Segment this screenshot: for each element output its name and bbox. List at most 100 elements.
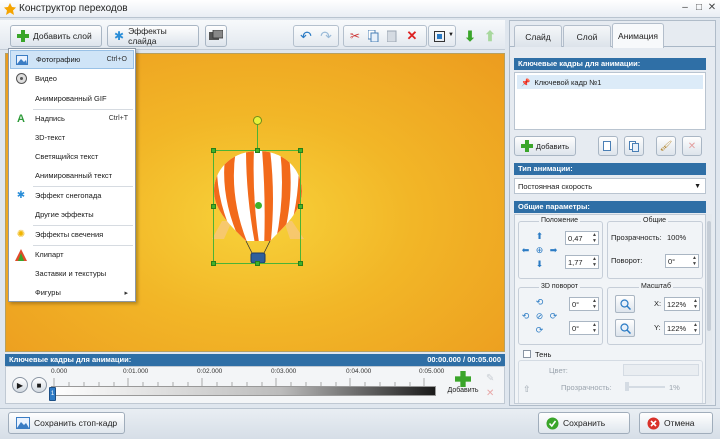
save-label: Сохранить [563, 418, 606, 428]
rotate3d-x-input[interactable]: 0° ▲ ▼ [569, 297, 599, 311]
tab-layer[interactable]: Слой [563, 25, 611, 47]
copy-keyframe-button[interactable] [598, 136, 618, 156]
rotate-right-icon[interactable]: ⟳ [548, 311, 559, 322]
cancel-button[interactable]: Отмена [639, 412, 713, 434]
menu-item-other-effects[interactable]: Другие эффекты [10, 205, 134, 224]
stop-button[interactable]: ■ [31, 377, 47, 393]
slide-effects-button[interactable]: ✱ Эффекты слайда [107, 25, 199, 47]
arrow-down-icon[interactable]: ⬇ [534, 259, 545, 270]
resize-handle[interactable] [211, 204, 216, 209]
delete-keyframe-panel-button[interactable]: ✕ [682, 136, 702, 156]
zoom-x-button[interactable] [615, 295, 635, 313]
minimize-icon[interactable]: – [678, 2, 692, 14]
tick-label: 0:05.000 [419, 368, 445, 375]
anim-type-select[interactable]: Постоянная скорость ▼ [514, 178, 706, 194]
scale-x-input[interactable]: 122% ▲ ▼ [664, 297, 700, 311]
timeline-track[interactable] [51, 386, 436, 396]
list-item[interactable]: 📌 Ключевой кадр №1 [517, 75, 703, 89]
close-icon[interactable]: ✕ [705, 2, 719, 14]
spinner-icon[interactable]: ▲ ▼ [692, 255, 697, 267]
rotate-up-icon[interactable]: ⟲ [534, 297, 545, 308]
menu-item-3d-text[interactable]: 3D-текст [10, 128, 134, 147]
undo-icon[interactable]: ↶ [297, 25, 315, 47]
arrow-up-icon[interactable]: ⬆ [534, 231, 545, 242]
move-down-icon[interactable]: ⬇ [461, 25, 479, 47]
rotate-center-icon[interactable]: ⊘ [534, 311, 545, 322]
brush-keyframe-button[interactable]: 🖌 [656, 136, 676, 156]
add-keyframe-button[interactable]: Добавить [446, 371, 480, 403]
tab-slide[interactable]: Слайд [514, 25, 562, 47]
menu-item-glow-effects[interactable]: ✺ Эффекты свечения [10, 225, 134, 244]
spinner-icon[interactable]: ▲ ▼ [592, 232, 597, 244]
keyframe-marker[interactable]: 1 [49, 387, 56, 401]
menu-item-text[interactable]: A Надпись Ctrl+T [10, 109, 134, 128]
delete-icon[interactable]: ✕ [403, 25, 421, 47]
edit-keyframe-icon[interactable]: ✎ [486, 373, 494, 384]
spinner-icon[interactable]: ▲ ▼ [592, 322, 597, 334]
add-layer-button[interactable]: Добавить слой [10, 25, 102, 47]
rotate3d-y-input[interactable]: 0° ▲ ▼ [569, 321, 599, 335]
save-button[interactable]: Сохранить [538, 412, 630, 434]
opacity-input[interactable]: 100% [665, 231, 701, 245]
arrow-right-icon[interactable]: ➡ [548, 245, 559, 256]
rotate-left-icon[interactable]: ⟲ [520, 311, 531, 322]
slideshow-button[interactable] [205, 25, 227, 47]
scrollbar-thumb[interactable] [707, 221, 711, 331]
move-up-icon[interactable]: ⬆ [481, 25, 499, 47]
rotation-handle[interactable] [253, 116, 262, 125]
resize-handle[interactable] [255, 148, 260, 153]
spinner-icon[interactable]: ▲ ▼ [592, 298, 597, 310]
menu-item-animated-text[interactable]: Анимированный текст [10, 166, 134, 185]
chevron-down-icon[interactable]: ▼ [448, 32, 454, 38]
ruler-ticks [53, 378, 425, 386]
shadow-direction-icon[interactable]: ⇧ [523, 384, 531, 395]
slider-thumb[interactable] [625, 382, 629, 391]
resize-handle[interactable] [298, 261, 303, 266]
resize-handle[interactable] [211, 148, 216, 153]
menu-item-label: Клипарт [35, 250, 64, 259]
spinner-icon[interactable]: ▲ ▼ [693, 322, 698, 334]
save-frame-button[interactable]: Сохранить стоп-кадр [8, 412, 126, 434]
delete-keyframe-icon[interactable]: ✕ [486, 388, 494, 399]
rotation-input[interactable]: 0° ▲ ▼ [665, 254, 699, 268]
center-icon[interactable]: ⊕ [534, 245, 545, 256]
play-button[interactable]: ▶ [12, 377, 28, 393]
menu-item-gif[interactable]: Анимированный GIF [10, 89, 134, 108]
rotate-down-icon[interactable]: ⟳ [534, 325, 545, 336]
position-y-input[interactable]: 1,77 ▲ ▼ [565, 255, 599, 269]
scale-y-input[interactable]: 122% ▲ ▼ [664, 321, 700, 335]
resize-handle[interactable] [298, 148, 303, 153]
anchor-point[interactable] [255, 202, 262, 209]
zoom-y-button[interactable] [615, 319, 635, 337]
position-x-input[interactable]: 0,47 ▲ ▼ [565, 231, 599, 245]
menu-item-clipart[interactable]: Клипарт [10, 245, 134, 264]
fit-icon[interactable] [430, 25, 448, 47]
spinner-icon[interactable]: ▲ ▼ [592, 256, 597, 268]
maximize-icon[interactable]: □ [692, 2, 706, 14]
menu-item-video[interactable]: Видео [10, 69, 134, 88]
paste-icon[interactable] [383, 25, 401, 47]
menu-item-photo[interactable]: Фотографию Ctrl+O [10, 50, 134, 69]
menu-item-snow[interactable]: ✱ Эффект снегопада [10, 186, 134, 205]
magnifier-icon [619, 322, 631, 334]
menu-item-glow-text[interactable]: Светящийся текст [10, 147, 134, 166]
tab-animation[interactable]: Анимация [612, 23, 664, 48]
shadow-checkbox[interactable] [523, 350, 531, 358]
shadow-color-picker[interactable] [623, 364, 699, 376]
add-keyframe-panel-button[interactable]: Добавить [514, 136, 576, 156]
rotate3d-label: 3D поворот [539, 283, 580, 290]
menu-item-shapes[interactable]: Фигуры ▸ [10, 283, 134, 302]
copy-icon[interactable] [364, 25, 382, 47]
resize-handle[interactable] [211, 261, 216, 266]
texture-icon [13, 268, 29, 280]
spinner-icon[interactable]: ▲ ▼ [693, 298, 698, 310]
arrow-left-icon[interactable]: ⬅ [520, 245, 531, 256]
cut-icon[interactable]: ✂ [346, 25, 364, 47]
menu-item-textures[interactable]: Заставки и текстуры [10, 264, 134, 283]
redo-icon[interactable]: ↷ [317, 25, 335, 47]
resize-handle[interactable] [255, 261, 260, 266]
paste-keyframe-button[interactable] [624, 136, 644, 156]
resize-handle[interactable] [298, 204, 303, 209]
common-label: Общие [641, 217, 669, 224]
shadow-opacity-slider[interactable] [625, 386, 665, 388]
